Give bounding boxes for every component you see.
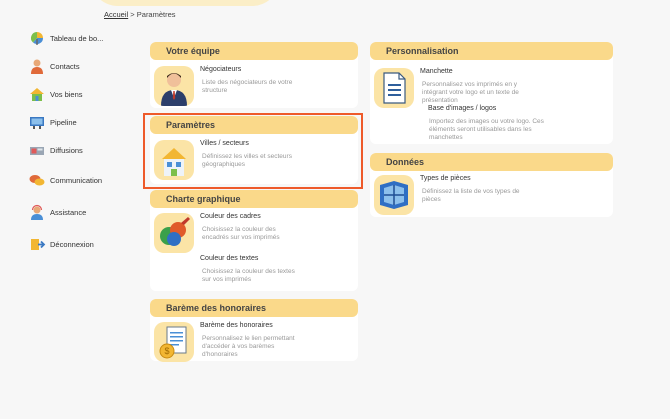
top-decoration: [90, 0, 280, 6]
document-icon: [374, 68, 414, 108]
item-title: Barème des honoraires: [200, 322, 273, 329]
item-title: Base d'images / logos: [428, 105, 497, 112]
sidebar-item-label: Tableau de bo...: [50, 33, 104, 43]
sidebar-item-assistance[interactable]: Assistance: [28, 202, 138, 222]
item-description: Définissez la liste de vos types de pièc…: [422, 188, 520, 203]
section-parametres: Paramètres Villes / secteurs Définissez …: [150, 116, 358, 184]
sidebar-item-contacts[interactable]: Contacts: [28, 56, 138, 76]
sidebar-item-vos-biens[interactable]: Vos biens: [28, 84, 138, 104]
item-description: Liste des négociateurs de votre structur…: [202, 79, 293, 94]
negotiator-icon: [154, 66, 194, 106]
room-types-icon: [374, 175, 414, 215]
item-description: Choisissez la couleur des encadrés sur v…: [202, 226, 280, 241]
breadcrumb: Accueil > Paramètres: [104, 10, 176, 19]
broadcast-icon: [30, 147, 44, 155]
section-title: Charte graphique: [150, 190, 358, 208]
section-votre-equipe: Votre équipe Négociateurs Liste des négo…: [150, 42, 358, 108]
svg-text:$: $: [164, 346, 169, 356]
item-description: Choisissez la couleur des textes sur vos…: [202, 268, 295, 283]
section-title: Barème des honoraires: [150, 299, 358, 317]
item-description: Personnalisez le lien permettant d'accéd…: [202, 335, 295, 358]
house-icon: [30, 88, 44, 101]
item-description: Personnalisez vos imprimés en y intégran…: [422, 81, 519, 104]
section-personnalisation: Personnalisation Manchette Personnalisez…: [370, 42, 613, 144]
chat-icon: [29, 175, 45, 186]
sidebar-item-label: Assistance: [50, 207, 87, 217]
support-icon: [31, 204, 43, 220]
person-icon: [31, 59, 43, 74]
sidebar-item-label: Déconnexion: [50, 239, 94, 249]
section-charte-graphique: Charte graphique Couleur des cadres Choi…: [150, 190, 358, 291]
breadcrumb-separator: >: [130, 10, 135, 19]
sidebar-item-label: Communication: [50, 175, 103, 185]
item-title: Négociateurs: [200, 66, 242, 73]
sidebar-item-pipeline[interactable]: Pipeline: [28, 112, 138, 132]
item-base-images-logos[interactable]: Base d'images / logos Importez des image…: [370, 105, 613, 155]
fee-scale-icon: $: [154, 322, 194, 362]
item-villes-secteurs[interactable]: Villes / secteurs Définissez les villes …: [150, 140, 358, 190]
sidebar-item-label: Pipeline: [50, 117, 77, 127]
sidebar-item-communication[interactable]: Communication: [28, 170, 138, 190]
city-icon: [154, 140, 194, 180]
sidebar-item-dashboard[interactable]: Tableau de bo...: [28, 28, 138, 48]
item-title: Couleur des cadres: [200, 213, 261, 220]
sidebar-item-deconnexion[interactable]: Déconnexion: [28, 234, 138, 254]
item-couleur-textes[interactable]: Couleur des textes Choisissez la couleur…: [150, 255, 358, 305]
item-description: Définissez les villes et secteurs géogra…: [202, 153, 292, 168]
sidebar-item-label: Contacts: [50, 61, 80, 71]
palette-icon: [154, 213, 194, 253]
item-title: Couleur des textes: [200, 255, 259, 262]
section-title: Personnalisation: [370, 42, 613, 60]
item-types-pieces[interactable]: Types de pièces Définissez la liste de v…: [370, 175, 613, 225]
item-title: Manchette: [420, 68, 453, 75]
dashboard-icon: [30, 31, 44, 45]
sidebar-item-diffusions[interactable]: Diffusions: [28, 140, 138, 160]
item-description: Importez des images ou votre logo. Ces é…: [429, 118, 544, 141]
item-title: Types de pièces: [420, 175, 471, 182]
pipeline-icon: [30, 117, 44, 129]
logout-icon: [31, 239, 46, 250]
section-donnees: Données Types de pièces Définissez la li…: [370, 153, 613, 217]
section-title: Votre équipe: [150, 42, 358, 60]
section-bareme-honoraires: Barème des honoraires $ Barème des honor…: [150, 299, 358, 362]
sidebar-item-label: Vos biens: [50, 89, 83, 99]
breadcrumb-current: Paramètres: [136, 10, 176, 19]
section-title: Paramètres: [150, 116, 358, 134]
item-bareme-honoraires[interactable]: $ Barème des honoraires Personnalisez le…: [150, 322, 358, 372]
item-title: Villes / secteurs: [200, 140, 249, 147]
section-title: Données: [370, 153, 613, 171]
sidebar-item-label: Diffusions: [50, 145, 83, 155]
breadcrumb-home-link[interactable]: Accueil: [104, 10, 128, 19]
item-negociateurs[interactable]: Négociateurs Liste des négociateurs de v…: [150, 66, 358, 116]
